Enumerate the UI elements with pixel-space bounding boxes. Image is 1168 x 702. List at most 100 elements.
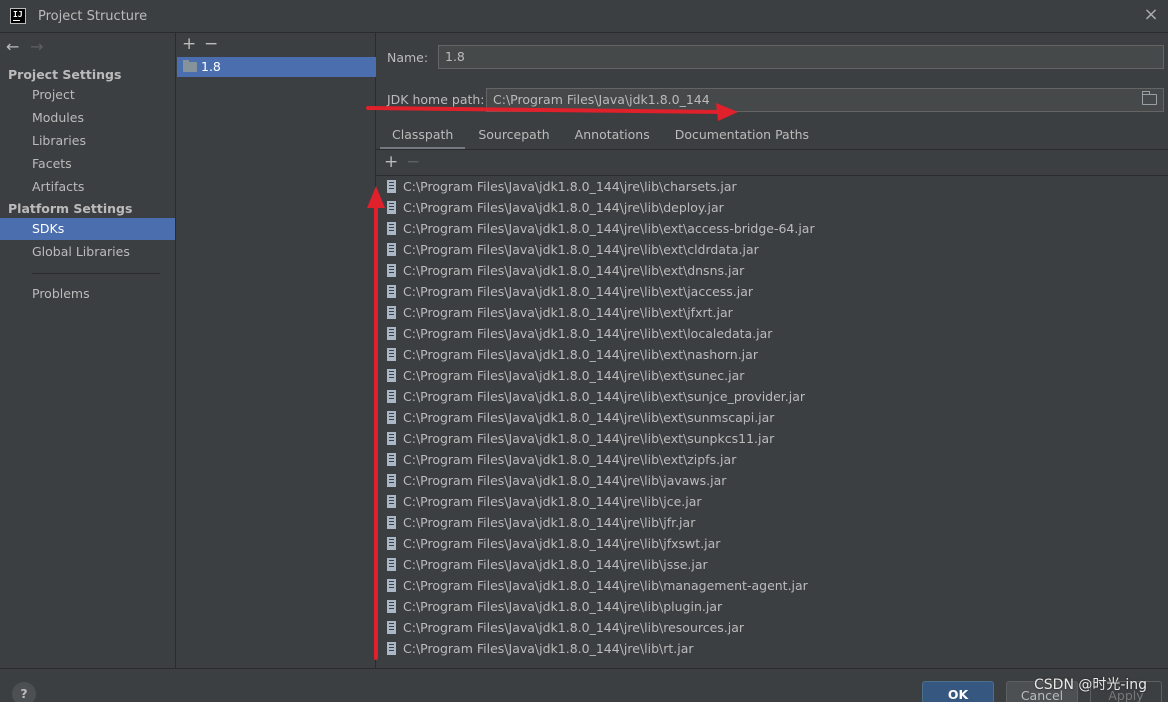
classpath-entry-path: C:\Program Files\Java\jdk1.8.0_144\jre\l…	[403, 431, 775, 446]
nav-item-project[interactable]: Project	[0, 84, 175, 106]
classpath-entry[interactable]: C:\Program Files\Java\jdk1.8.0_144\jre\l…	[376, 617, 1168, 638]
jdk-home-label: JDK home path:	[387, 92, 485, 107]
classpath-entry[interactable]: C:\Program Files\Java\jdk1.8.0_144\jre\l…	[376, 638, 1168, 659]
sdk-list-toolbar: + −	[182, 34, 226, 54]
tab-documentation-paths[interactable]: Documentation Paths	[663, 123, 821, 150]
classpath-entry[interactable]: C:\Program Files\Java\jdk1.8.0_144\jre\l…	[376, 554, 1168, 575]
classpath-entry[interactable]: C:\Program Files\Java\jdk1.8.0_144\jre\l…	[376, 260, 1168, 281]
classpath-entry-path: C:\Program Files\Java\jdk1.8.0_144\jre\l…	[403, 620, 745, 635]
classpath-entry[interactable]: C:\Program Files\Java\jdk1.8.0_144\jre\l…	[376, 281, 1168, 302]
jar-archive-icon	[387, 348, 396, 361]
classpath-entry-path: C:\Program Files\Java\jdk1.8.0_144\jre\l…	[403, 599, 723, 614]
classpath-entry[interactable]: C:\Program Files\Java\jdk1.8.0_144\jre\l…	[376, 491, 1168, 512]
classpath-entry[interactable]: C:\Program Files\Java\jdk1.8.0_144\jre\l…	[376, 365, 1168, 386]
classpath-entry[interactable]: C:\Program Files\Java\jdk1.8.0_144\jre\l…	[376, 197, 1168, 218]
classpath-entry[interactable]: C:\Program Files\Java\jdk1.8.0_144\jre\l…	[376, 218, 1168, 239]
name-field[interactable]: 1.8	[438, 45, 1164, 69]
nav-item-libraries[interactable]: Libraries	[0, 130, 175, 152]
tab-sourcepath[interactable]: Sourcepath	[466, 123, 561, 150]
classpath-entries: C:\Program Files\Java\jdk1.8.0_144\jre\l…	[376, 176, 1168, 659]
dialog-footer: ? OK Cancel Apply	[0, 668, 1168, 702]
jar-archive-icon	[387, 537, 396, 550]
classpath-entry-path: C:\Program Files\Java\jdk1.8.0_144\jre\l…	[403, 557, 708, 572]
jar-archive-icon	[387, 495, 396, 508]
classpath-entry[interactable]: C:\Program Files\Java\jdk1.8.0_144\jre\l…	[376, 428, 1168, 449]
nav-item-facets[interactable]: Facets	[0, 153, 175, 175]
classpath-entry-path: C:\Program Files\Java\jdk1.8.0_144\jre\l…	[403, 452, 737, 467]
classpath-entry[interactable]: C:\Program Files\Java\jdk1.8.0_144\jre\l…	[376, 449, 1168, 470]
classpath-entry-path: C:\Program Files\Java\jdk1.8.0_144\jre\l…	[403, 284, 754, 299]
classpath-entry[interactable]: C:\Program Files\Java\jdk1.8.0_144\jre\l…	[376, 533, 1168, 554]
classpath-entry-path: C:\Program Files\Java\jdk1.8.0_144\jre\l…	[403, 473, 727, 488]
nav-item-artifacts[interactable]: Artifacts	[0, 176, 175, 198]
folder-open-icon[interactable]	[1142, 91, 1157, 105]
jar-archive-icon	[387, 453, 396, 466]
window-title: Project Structure	[38, 9, 148, 24]
watermark: CSDN @时光-ing	[1034, 677, 1148, 693]
help-icon[interactable]: ?	[12, 682, 36, 702]
jar-archive-icon	[387, 621, 396, 634]
jar-archive-icon	[387, 516, 396, 529]
classpath-entry-path: C:\Program Files\Java\jdk1.8.0_144\jre\l…	[403, 347, 758, 362]
close-icon[interactable]: ×	[1142, 6, 1160, 25]
sdk-tabs: Classpath Sourcepath Annotations Documentat…	[380, 123, 822, 150]
classpath-entry[interactable]: C:\Program Files\Java\jdk1.8.0_144\jre\l…	[376, 575, 1168, 596]
tabs-divider	[376, 149, 1168, 150]
jdk-home-path-value: C:\Program Files\Java\jdk1.8.0_144	[493, 92, 710, 107]
classpath-entry-path: C:\Program Files\Java\jdk1.8.0_144\jre\l…	[403, 242, 759, 257]
remove-classpath-button[interactable]: −	[406, 152, 428, 172]
classpath-entry-path: C:\Program Files\Java\jdk1.8.0_144\jre\l…	[403, 515, 696, 530]
back-arrow-icon[interactable]: ←	[6, 37, 26, 56]
nav-history: ← →	[6, 37, 50, 56]
classpath-entry-path: C:\Program Files\Java\jdk1.8.0_144\jre\l…	[403, 410, 775, 425]
remove-sdk-button[interactable]: −	[204, 34, 226, 54]
classpath-entry-path: C:\Program Files\Java\jdk1.8.0_144\jre\l…	[403, 536, 721, 551]
sdk-item-label: 1.8	[201, 59, 221, 74]
classpath-entry[interactable]: C:\Program Files\Java\jdk1.8.0_144\jre\l…	[376, 512, 1168, 533]
classpath-entry[interactable]: C:\Program Files\Java\jdk1.8.0_144\jre\l…	[376, 176, 1168, 197]
jar-archive-icon	[387, 600, 396, 613]
classpath-entry[interactable]: C:\Program Files\Java\jdk1.8.0_144\jre\l…	[376, 344, 1168, 365]
classpath-entry[interactable]: C:\Program Files\Java\jdk1.8.0_144\jre\l…	[376, 302, 1168, 323]
jar-archive-icon	[387, 411, 396, 424]
project-settings-header: Project Settings	[8, 67, 122, 82]
sdk-list-item[interactable]: 1.8	[177, 57, 376, 77]
forward-arrow-icon[interactable]: →	[30, 37, 50, 56]
classpath-entry-path: C:\Program Files\Java\jdk1.8.0_144\jre\l…	[403, 578, 808, 593]
classpath-entry[interactable]: C:\Program Files\Java\jdk1.8.0_144\jre\l…	[376, 386, 1168, 407]
classpath-entry[interactable]: C:\Program Files\Java\jdk1.8.0_144\jre\l…	[376, 470, 1168, 491]
classpath-entry-path: C:\Program Files\Java\jdk1.8.0_144\jre\l…	[403, 368, 745, 383]
folder-icon	[183, 60, 197, 72]
jar-archive-icon	[387, 327, 396, 340]
classpath-entry[interactable]: C:\Program Files\Java\jdk1.8.0_144\jre\l…	[376, 407, 1168, 428]
classpath-entry-path: C:\Program Files\Java\jdk1.8.0_144\jre\l…	[403, 179, 737, 194]
classpath-entry-path: C:\Program Files\Java\jdk1.8.0_144\jre\l…	[403, 326, 773, 341]
jar-archive-icon	[387, 222, 396, 235]
jar-archive-icon	[387, 579, 396, 592]
tab-annotations[interactable]: Annotations	[563, 123, 662, 150]
jar-archive-icon	[387, 642, 396, 655]
classpath-entry-path: C:\Program Files\Java\jdk1.8.0_144\jre\l…	[403, 263, 745, 278]
nav-item-problems[interactable]: Problems	[0, 283, 175, 305]
jar-archive-icon	[387, 390, 396, 403]
jar-archive-icon	[387, 306, 396, 319]
classpath-entry[interactable]: C:\Program Files\Java\jdk1.8.0_144\jre\l…	[376, 239, 1168, 260]
classpath-list[interactable]: C:\Program Files\Java\jdk1.8.0_144\jre\l…	[376, 175, 1168, 668]
ok-button[interactable]: OK	[922, 681, 994, 702]
jar-archive-icon	[387, 558, 396, 571]
nav-item-modules[interactable]: Modules	[0, 107, 175, 129]
nav-item-sdks[interactable]: SDKs	[0, 218, 175, 240]
classpath-entry[interactable]: C:\Program Files\Java\jdk1.8.0_144\jre\l…	[376, 596, 1168, 617]
classpath-toolbar: + −	[384, 152, 428, 172]
jar-archive-icon	[387, 243, 396, 256]
classpath-entry-path: C:\Program Files\Java\jdk1.8.0_144\jre\l…	[403, 494, 702, 509]
classpath-entry[interactable]: C:\Program Files\Java\jdk1.8.0_144\jre\l…	[376, 323, 1168, 344]
tab-classpath[interactable]: Classpath	[380, 123, 466, 150]
jdk-home-path-field[interactable]: C:\Program Files\Java\jdk1.8.0_144	[486, 88, 1164, 112]
add-classpath-button[interactable]: +	[384, 152, 406, 172]
add-sdk-button[interactable]: +	[182, 34, 204, 54]
classpath-entry-path: C:\Program Files\Java\jdk1.8.0_144\jre\l…	[403, 305, 733, 320]
jar-archive-icon	[387, 432, 396, 445]
nav-item-global-libraries[interactable]: Global Libraries	[0, 241, 175, 263]
jar-archive-icon	[387, 285, 396, 298]
